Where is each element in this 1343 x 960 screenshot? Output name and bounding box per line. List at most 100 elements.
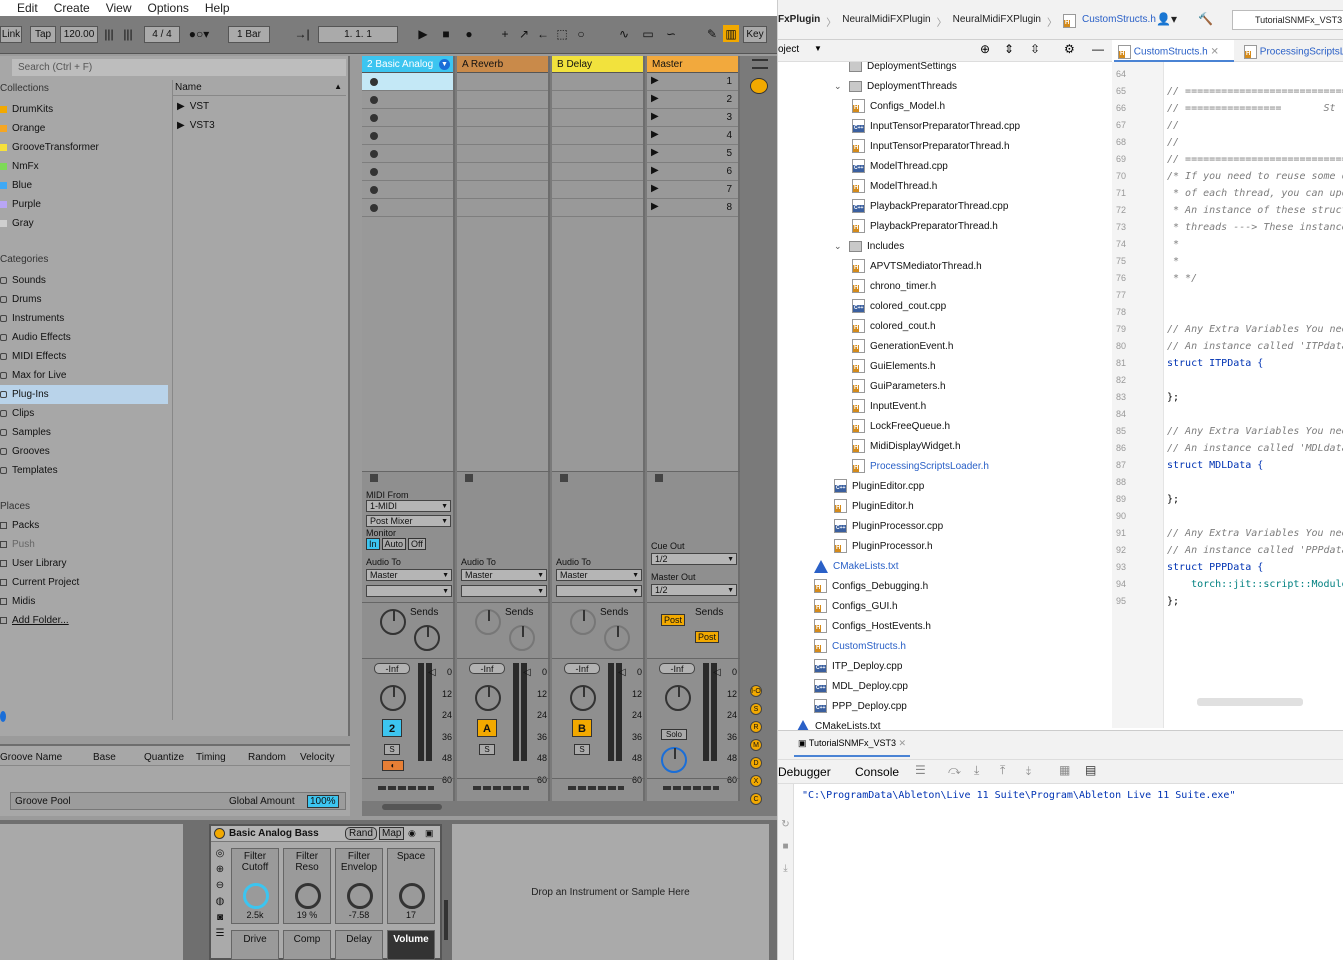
clip-slot[interactable]: [457, 73, 548, 91]
monitor-in-button[interactable]: In: [366, 538, 380, 550]
tree-item[interactable]: InputTensorPreparatorThread.h: [852, 136, 1010, 156]
metronome-icon[interactable]: ●○▾: [186, 25, 212, 42]
project-label[interactable]: oject: [778, 44, 799, 55]
nudge-icon[interactable]: |||: [101, 25, 117, 42]
breadcrumb-item[interactable]: NeuralMidiFXPlugin: [953, 14, 1041, 29]
run-to-cursor-icon[interactable]: ⤈: [1026, 763, 1031, 778]
record-button-icon[interactable]: [370, 132, 378, 140]
crossfader-bar[interactable]: [473, 786, 529, 790]
solo-cue-button[interactable]: Solo: [661, 729, 687, 740]
device-name[interactable]: Basic Analog Bass: [229, 828, 319, 839]
song-position-field[interactable]: 1. 1. 1: [318, 26, 398, 43]
rack-resize-handle[interactable]: [444, 900, 448, 940]
track-activator-button[interactable]: B: [572, 719, 592, 737]
send-b-knob[interactable]: [414, 625, 440, 651]
breadcrumb-item[interactable]: FxPlugin: [778, 14, 820, 29]
macro-knob-panel[interactable]: Filter Reso 19 %: [283, 848, 331, 924]
category-item[interactable]: Clips: [0, 404, 168, 423]
macro-label[interactable]: Drive: [231, 930, 279, 960]
back-to-arrangement-icon[interactable]: ←: [535, 25, 551, 42]
locate-icon[interactable]: ⊕: [980, 42, 990, 56]
tree-item[interactable]: MidiDisplayWidget.h: [852, 436, 961, 456]
stop-clip-icon[interactable]: [465, 474, 473, 482]
collapse-all-icon[interactable]: ⇳: [1030, 42, 1040, 56]
gear-icon[interactable]: ⚙: [1064, 42, 1075, 56]
tree-item[interactable]: ITP_Deploy.cpp: [814, 656, 902, 676]
clip-slot[interactable]: ▶ 3: [647, 109, 738, 127]
volume-readout[interactable]: -Inf: [659, 663, 695, 674]
macro-label[interactable]: Comp: [283, 930, 331, 960]
quantize-dropdown[interactable]: 1 Bar: [228, 26, 270, 43]
record-button-icon[interactable]: [370, 186, 378, 194]
computer-midi-icon[interactable]: ▭: [638, 25, 658, 42]
tree-item[interactable]: CMakeLists.txt: [814, 556, 899, 576]
tree-item[interactable]: Configs_HostEvents.h: [814, 616, 931, 636]
crossfader-bar[interactable]: [378, 786, 434, 790]
volume-fader-icon[interactable]: ◁: [713, 667, 721, 678]
clip-slot[interactable]: ▶ 4: [647, 127, 738, 145]
col-timing[interactable]: Timing: [196, 752, 226, 763]
tree-item[interactable]: PluginProcessor.cpp: [834, 516, 943, 536]
tree-item[interactable]: ⌄ DeploymentThreads: [834, 76, 957, 96]
col-base[interactable]: Base: [93, 752, 116, 763]
volume-readout[interactable]: -Inf: [469, 663, 505, 674]
tree-item[interactable]: GuiElements.h: [852, 356, 936, 376]
close-icon[interactable]: ✕: [1210, 47, 1218, 58]
clip-slot[interactable]: [552, 73, 643, 91]
code-editor[interactable]: // ============================ // ======…: [1165, 62, 1343, 728]
tree-item[interactable]: DeploymentSettings: [834, 62, 957, 76]
place-item[interactable]: Push: [0, 535, 168, 554]
clip-slot[interactable]: [362, 199, 453, 217]
place-item[interactable]: User Library: [0, 554, 168, 573]
category-item[interactable]: Grooves: [0, 442, 168, 461]
rand-button[interactable]: Rand: [345, 827, 377, 840]
clip-slot[interactable]: [457, 199, 548, 217]
col-random[interactable]: Random: [248, 752, 286, 763]
macro-knob[interactable]: [295, 883, 321, 909]
session-record-icon[interactable]: ○: [573, 25, 589, 42]
clip-slot[interactable]: [552, 127, 643, 145]
category-item[interactable]: Templates: [0, 461, 168, 480]
clip-slot[interactable]: [552, 109, 643, 127]
stop-clip-icon[interactable]: [655, 474, 663, 482]
track-title[interactable]: 2 Basic Analog ▼: [362, 56, 453, 73]
clip-slot[interactable]: ▶ 7: [647, 181, 738, 199]
send-b-knob[interactable]: [509, 625, 535, 651]
nudge-up-icon[interactable]: |||: [120, 25, 136, 42]
volume-fader-icon[interactable]: ◁: [523, 667, 531, 678]
clip-slot[interactable]: [552, 199, 643, 217]
clip-slot[interactable]: [362, 127, 453, 145]
category-item[interactable]: Audio Effects: [0, 328, 168, 347]
section-toggle-button[interactable]: R: [750, 721, 762, 733]
record-button-icon[interactable]: [370, 114, 378, 122]
clip-slot[interactable]: [457, 181, 548, 199]
tab-customstructs[interactable]: CustomStructs.h ✕: [1114, 40, 1234, 62]
solo-button[interactable]: S: [574, 744, 590, 755]
clip-slot[interactable]: [362, 181, 453, 199]
tree-item[interactable]: APVTSMediatorThread.h: [852, 256, 982, 276]
col-velocity[interactable]: Velocity: [300, 752, 334, 763]
clip-slot[interactable]: [552, 91, 643, 109]
collection-item[interactable]: Gray: [0, 214, 168, 233]
collection-item[interactable]: GrooveTransformer: [0, 138, 168, 157]
chevron-down-icon[interactable]: ▼: [439, 59, 450, 70]
tree-item[interactable]: Configs_Model.h: [852, 96, 945, 116]
cue-out-dropdown[interactable]: 1/2: [651, 553, 737, 565]
evaluate-icon[interactable]: ▦: [1059, 763, 1070, 777]
macro-knob-panel[interactable]: Space 17: [387, 848, 435, 924]
menu-edit[interactable]: Edit: [17, 1, 38, 15]
crossfader-bar[interactable]: [568, 786, 624, 790]
keyboard-icon[interactable]: ▥: [723, 25, 739, 42]
clip-slot[interactable]: [552, 145, 643, 163]
pan-knob[interactable]: [475, 685, 501, 711]
macro-knob[interactable]: [347, 883, 373, 909]
collection-item[interactable]: Purple: [0, 195, 168, 214]
midi-from-dropdown[interactable]: 1-MIDI: [366, 500, 451, 512]
category-item[interactable]: Plug-Ins: [0, 385, 168, 404]
cue-volume-knob[interactable]: [661, 747, 687, 773]
monitor-off-button[interactable]: Off: [408, 538, 426, 550]
track-activator-button[interactable]: A: [477, 719, 497, 737]
instrument-drop-zone[interactable]: Drop an Instrument or Sample Here: [452, 824, 769, 960]
place-item[interactable]: Packs: [0, 516, 168, 535]
tree-item[interactable]: chrono_timer.h: [852, 276, 936, 296]
